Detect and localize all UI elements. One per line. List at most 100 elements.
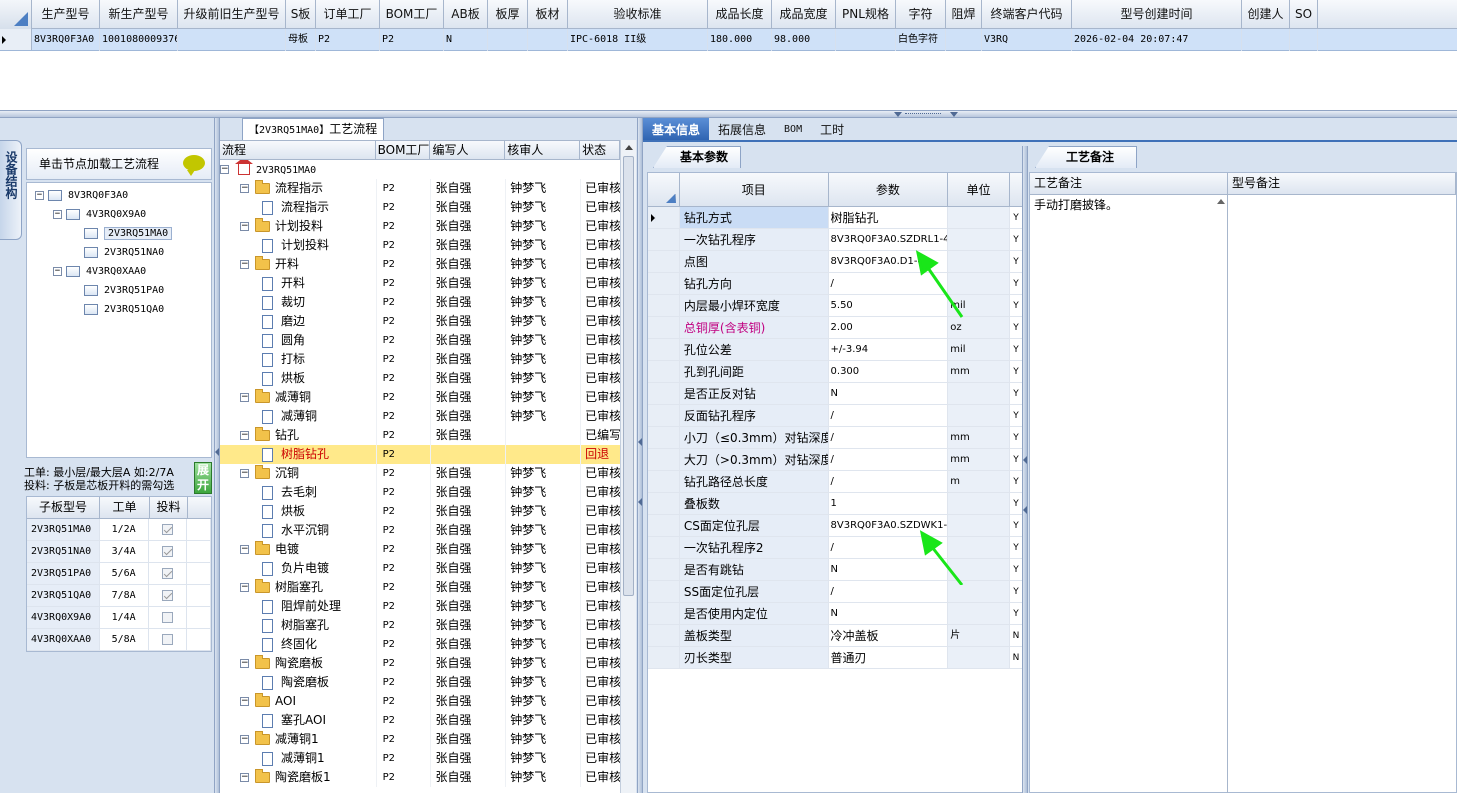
process-row[interactable]: 树脂钻孔 P2 回退: [220, 445, 620, 464]
tree-node[interactable]: − 8V3RQ0F3A0: [35, 187, 128, 205]
col-header[interactable]: 终端客户代码: [982, 0, 1072, 29]
process-row[interactable]: − 陶瓷磨板1 P2 张自强 钟梦飞 已审核: [220, 768, 620, 787]
expand-button[interactable]: 展开: [194, 462, 212, 494]
param-value[interactable]: 0.300: [829, 361, 949, 382]
grid-cell[interactable]: [488, 29, 528, 51]
param-row[interactable]: 一次钻孔程序 8V3RQ0F3A0.SZDRL1-4 Y: [648, 229, 1022, 251]
load-process-hint[interactable]: 单击节点加载工艺流程: [26, 148, 212, 180]
grid-cell[interactable]: [1290, 29, 1318, 51]
process-row[interactable]: 减薄铜 P2 张自强 钟梦飞 已审核: [220, 407, 620, 426]
col-header[interactable]: BOM工厂: [376, 141, 431, 159]
col-header[interactable]: 阻焊: [946, 0, 982, 29]
grid-cell[interactable]: [178, 29, 286, 51]
param-value[interactable]: 2.00: [829, 317, 949, 338]
param-value[interactable]: 冷冲盖板: [829, 625, 949, 646]
col-header[interactable]: 状态: [580, 141, 620, 159]
tree-node[interactable]: 2V3RQ51MA0: [71, 225, 173, 243]
process-row[interactable]: 树脂塞孔 P2 张自强 钟梦飞 已审核: [220, 616, 620, 635]
table-row[interactable]: 4V3RQ0XAA0 5/8A: [27, 629, 212, 651]
param-value[interactable]: /: [829, 405, 949, 426]
tree-node[interactable]: 2V3RQ51PA0: [71, 282, 164, 300]
process-row[interactable]: − 减薄铜1 P2 张自强 钟梦飞 已审核: [220, 730, 620, 749]
col-header[interactable]: 核审人: [505, 141, 581, 159]
col-header[interactable]: 成品长度: [708, 0, 772, 29]
col-header[interactable]: 板厚: [488, 0, 528, 29]
tree-node[interactable]: − 4V3RQ0X9A0: [53, 206, 146, 224]
param-row[interactable]: 点图 8V3RQ0F3A0.D1-4 Y: [648, 251, 1022, 273]
tree-node[interactable]: 2V3RQ51NA0: [71, 244, 164, 262]
col-header[interactable]: 编写人: [430, 141, 506, 159]
param-row[interactable]: 是否使用内定位 N Y: [648, 603, 1022, 625]
collapse-toggle-icon[interactable]: −: [240, 260, 249, 269]
feed-checkbox[interactable]: [162, 589, 174, 601]
process-row[interactable]: 陶瓷磨板 P2 张自强 钟梦飞 已审核: [220, 673, 620, 692]
scroll-thumb[interactable]: [623, 156, 634, 596]
tab-bom[interactable]: BOM: [775, 118, 811, 140]
process-remark-text[interactable]: 手动打磨披锋。: [1030, 195, 1228, 793]
collapse-toggle-icon[interactable]: −: [240, 393, 249, 402]
collapse-toggle-icon[interactable]: −: [240, 697, 249, 706]
grid-cell[interactable]: 180.000: [708, 29, 772, 51]
process-row[interactable]: − 减薄铜 P2 张自强 钟梦飞 已审核: [220, 388, 620, 407]
col-header[interactable]: BOM工厂: [380, 0, 444, 29]
col-header[interactable]: 生产型号: [32, 0, 100, 29]
tab-work-hours[interactable]: 工时: [811, 118, 853, 140]
param-row[interactable]: 刃长类型 普通刃 N: [648, 647, 1022, 669]
process-row[interactable]: − AOI P2 张自强 钟梦飞 已审核: [220, 692, 620, 711]
grid-cell[interactable]: 2026-02-04 20:07:47: [1072, 29, 1242, 51]
col-header[interactable]: 订单工厂: [316, 0, 380, 29]
grid-cell[interactable]: [946, 29, 982, 51]
col-header[interactable]: 子板型号: [27, 497, 100, 518]
col-header[interactable]: 工单: [100, 497, 150, 518]
process-row[interactable]: 计划投料 P2 张自强 钟梦飞 已审核: [220, 236, 620, 255]
grid-cell[interactable]: [1242, 29, 1290, 51]
feed-checkbox[interactable]: [162, 523, 174, 535]
table-row[interactable]: 2V3RQ51MA0 1/2A: [27, 519, 212, 541]
param-row[interactable]: 孔位公差 +/-3.94 mil Y: [648, 339, 1022, 361]
process-row[interactable]: − 流程指示 P2 张自强 钟梦飞 已审核: [220, 179, 620, 198]
param-value[interactable]: /: [829, 449, 949, 470]
param-row[interactable]: 是否正反对钻 N Y: [648, 383, 1022, 405]
param-value[interactable]: 普通刃: [829, 647, 949, 668]
collapse-toggle-icon[interactable]: −: [240, 735, 249, 744]
col-header[interactable]: PNL规格: [836, 0, 896, 29]
tab-extended-info[interactable]: 拓展信息: [709, 118, 775, 140]
param-value[interactable]: /: [829, 471, 949, 492]
col-header[interactable]: 投料: [150, 497, 188, 518]
expand-toggle-icon[interactable]: −: [53, 209, 62, 219]
collapse-toggle-icon[interactable]: −: [220, 165, 229, 174]
process-row[interactable]: 负片电镀 P2 张自强 钟梦飞 已审核: [220, 559, 620, 578]
param-value[interactable]: 8V3RQ0F3A0.D1-4: [829, 251, 949, 272]
grid-cell[interactable]: 98.000: [772, 29, 836, 51]
param-value[interactable]: /: [829, 537, 949, 558]
collapse-toggle-icon[interactable]: −: [240, 545, 249, 554]
col-header[interactable]: 参数: [829, 173, 949, 206]
grid-cell[interactable]: P2: [380, 29, 444, 51]
table-row[interactable]: 4V3RQ0X9A0 1/4A: [27, 607, 212, 629]
col-header[interactable]: 新生产型号: [100, 0, 178, 29]
col-header[interactable]: 单位: [948, 173, 1011, 206]
param-value[interactable]: /: [829, 427, 949, 448]
collapse-toggle-icon[interactable]: −: [240, 583, 249, 592]
process-row[interactable]: − 陶瓷磨板 P2 张自强 钟梦飞 已审核: [220, 654, 620, 673]
param-row[interactable]: 大刀（>0.3mm）对钻深度 / mm Y: [648, 449, 1022, 471]
product-grid-row[interactable]: 8V3RQ0F3A0 10010800093763 母板 P2 P2 N IPC-6018 …: [0, 29, 1457, 51]
process-row[interactable]: − 电镀 P2 张自强 钟梦飞 已审核: [220, 540, 620, 559]
col-header[interactable]: 升级前旧生产型号: [178, 0, 286, 29]
process-row[interactable]: 开料 P2 张自强 钟梦飞 已审核: [220, 274, 620, 293]
process-row[interactable]: − 树脂塞孔 P2 张自强 钟梦飞 已审核: [220, 578, 620, 597]
process-root-row[interactable]: − 2V3RQ51MA0: [220, 160, 620, 179]
col-header[interactable]: 成品宽度: [772, 0, 836, 29]
horizontal-splitter[interactable]: [0, 110, 1457, 118]
process-row[interactable]: − 开料 P2 张自强 钟梦飞 已审核: [220, 255, 620, 274]
collapse-toggle-icon[interactable]: −: [240, 431, 249, 440]
collapse-toggle-icon[interactable]: −: [240, 469, 249, 478]
table-row[interactable]: 2V3RQ51PA0 5/6A: [27, 563, 212, 585]
process-scrollbar[interactable]: [620, 140, 636, 793]
process-row[interactable]: 流程指示 P2 张自强 钟梦飞 已审核: [220, 198, 620, 217]
grid-cell[interactable]: 白色字符: [896, 29, 946, 51]
process-row[interactable]: 减薄铜1 P2 张自强 钟梦飞 已审核: [220, 749, 620, 768]
param-row[interactable]: 是否有跳钻 N Y: [648, 559, 1022, 581]
param-row[interactable]: 一次钻孔程序2/ Y: [648, 537, 1022, 559]
process-row[interactable]: 水平沉铜 P2 张自强 钟梦飞 已审核: [220, 521, 620, 540]
